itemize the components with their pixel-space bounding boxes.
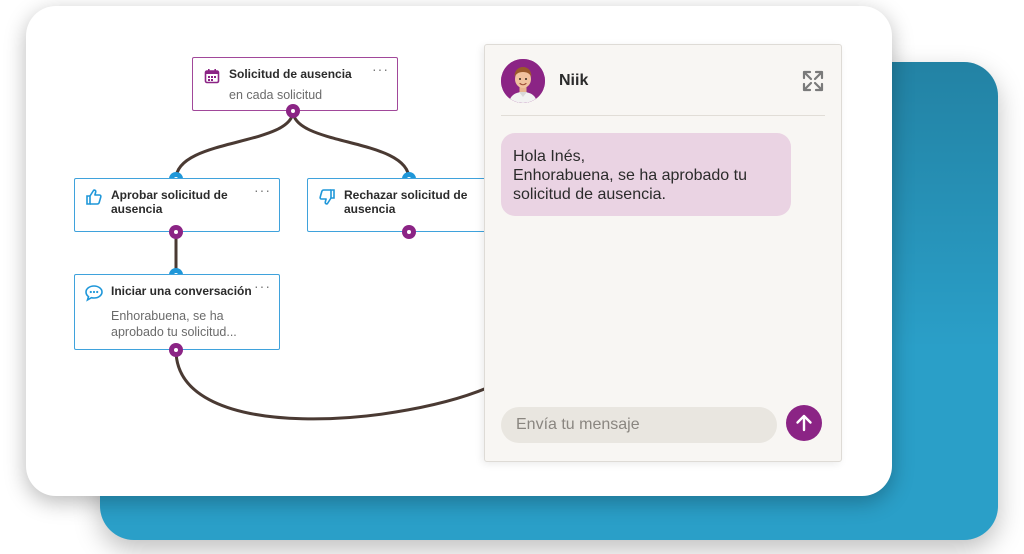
- message-line: Enhorabuena, se ha aprobado tu: [513, 167, 747, 184]
- node-title: Aprobar solicitud de ausencia: [111, 188, 228, 216]
- approve-output-port[interactable]: [169, 225, 183, 239]
- workflow-card: Solicitud de ausencia en cada solicitud …: [26, 6, 892, 496]
- reject-output-port[interactable]: [402, 225, 416, 239]
- thumbs-down-icon: [318, 188, 336, 206]
- expand-icon[interactable]: [801, 69, 825, 93]
- node-title: Iniciar una conversación: [111, 284, 252, 298]
- chat-message-bubble: Hola Inés, Enhorabuena, se ha aprobado t…: [501, 133, 791, 216]
- arrow-up-icon: [796, 414, 812, 432]
- connector-trigger-approve: [174, 110, 295, 180]
- avatar: [501, 59, 545, 103]
- conversation-output-port[interactable]: [169, 343, 183, 357]
- message-line: solicitud de ausencia.: [513, 186, 666, 203]
- message-line: Hola Inés,: [513, 148, 586, 165]
- node-subtitle-line-1: Enhorabuena, se ha: [111, 309, 224, 323]
- node-title-line-1: Rechazar solicitud de: [344, 188, 468, 202]
- chat-contact-name: Niik: [559, 72, 589, 89]
- trigger-output-port[interactable]: [286, 104, 300, 118]
- calendar-icon: [203, 67, 221, 85]
- node-approve-request[interactable]: Aprobar solicitud de ausencia ···: [74, 178, 280, 232]
- chat-header: Niik: [501, 59, 825, 116]
- chat-bubble-icon: [85, 284, 103, 302]
- node-menu-button[interactable]: ···: [372, 62, 389, 76]
- node-start-conversation[interactable]: Iniciar una conversación Enhorabuena, se…: [74, 274, 280, 350]
- node-trigger-absence-request[interactable]: Solicitud de ausencia en cada solicitud …: [192, 57, 398, 111]
- node-subtitle: Enhorabuena, se ha aprobado tu solicitud.…: [111, 308, 269, 340]
- node-title-line-1: Aprobar solicitud de: [111, 188, 228, 202]
- node-reject-request[interactable]: Rechazar solicitud de ausencia: [307, 178, 513, 232]
- chat-panel: Niik Hola Inés, Enhorabuena, se ha aprob…: [484, 44, 842, 462]
- node-menu-button[interactable]: ···: [254, 279, 271, 293]
- node-title-line-2: ausencia: [344, 202, 396, 216]
- node-title: Rechazar solicitud de ausencia: [344, 188, 467, 216]
- message-input[interactable]: [501, 407, 777, 443]
- node-title-line-2: ausencia: [111, 202, 163, 216]
- connector-conversation-chat: [174, 349, 497, 421]
- node-title: Solicitud de ausencia: [229, 67, 352, 81]
- node-subtitle: en cada solicitud: [229, 88, 323, 102]
- node-menu-button[interactable]: ···: [254, 183, 271, 197]
- connector-trigger-reject: [291, 110, 411, 180]
- node-subtitle-line-2: aprobado tu solicitud...: [111, 325, 237, 339]
- send-button[interactable]: [786, 405, 822, 441]
- thumbs-up-icon: [85, 188, 103, 206]
